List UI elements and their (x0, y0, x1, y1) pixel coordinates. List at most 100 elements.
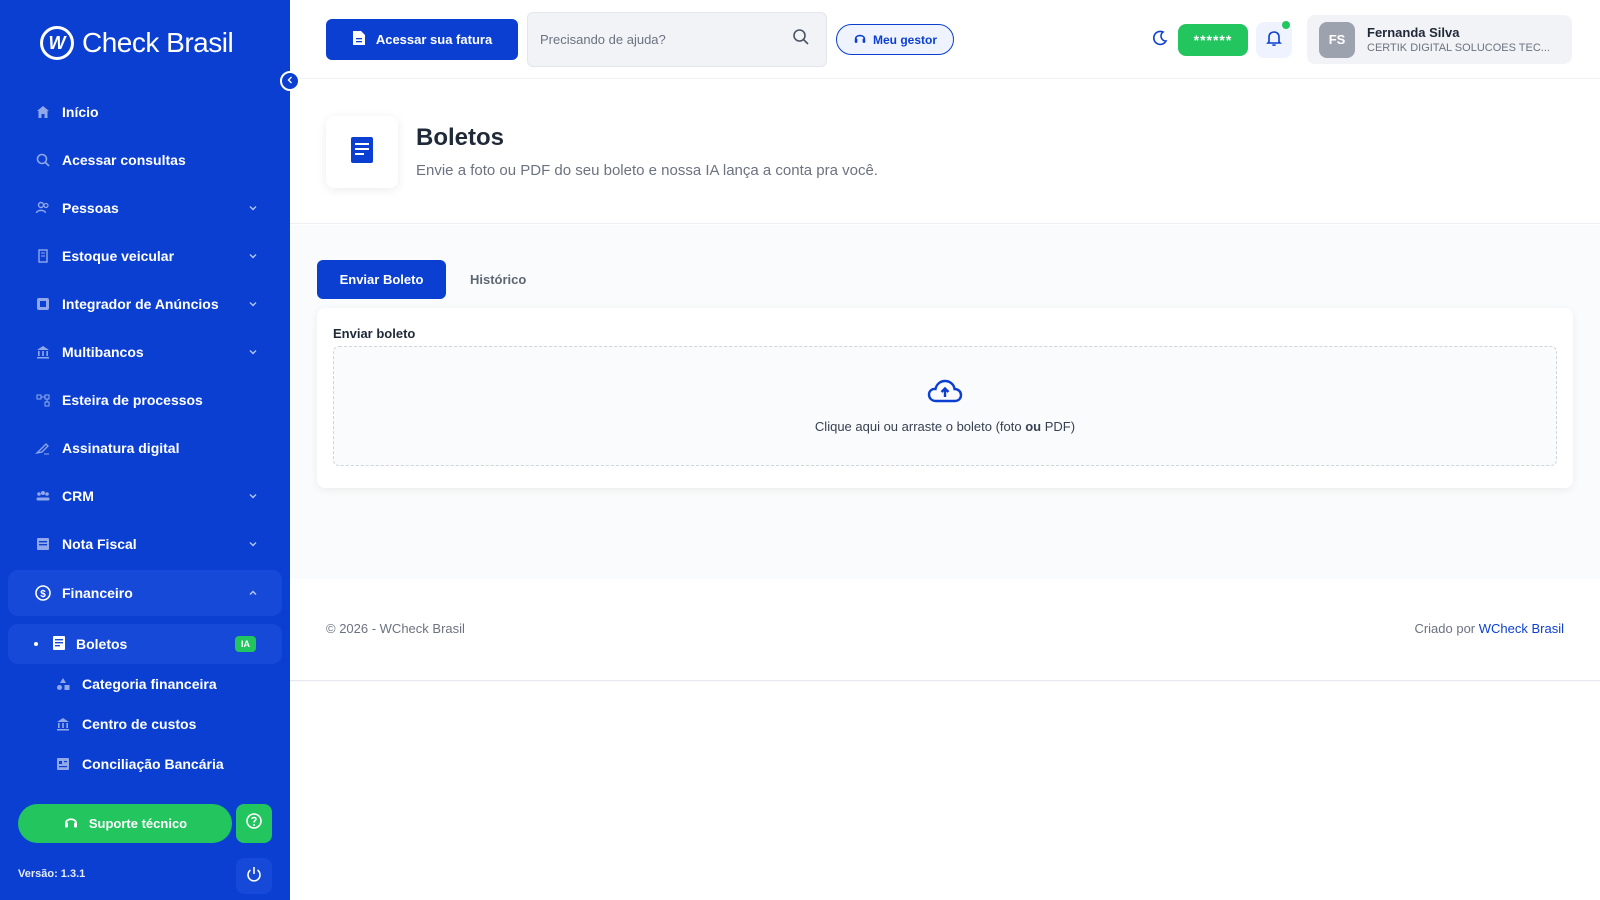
user-info: Fernanda Silva CERTIK DIGITAL SOLUCOES T… (1367, 25, 1550, 54)
bell-icon (1265, 29, 1283, 52)
headset-icon (853, 31, 867, 48)
access-invoice-button[interactable]: Acessar sua fatura (326, 19, 518, 60)
help-button[interactable] (236, 804, 272, 843)
upload-text-bold: ou (1025, 419, 1042, 434)
sidebar-item-label: CRM (62, 488, 94, 504)
sidebar-nav: Início Acessar consultas Pessoas Estoque… (8, 88, 282, 784)
receipt-icon (349, 135, 375, 170)
app-version: Versão: 1.3.1 (18, 868, 86, 880)
tabs: Enviar Boleto Histórico (317, 260, 526, 299)
page-subtitle: Envie a foto ou PDF do seu boleto e noss… (416, 162, 878, 179)
sidebar-subitem-label: Categoria financeira (82, 676, 217, 692)
home-icon (34, 103, 52, 121)
dark-mode-toggle[interactable] (1148, 28, 1172, 52)
moon-icon (1151, 29, 1169, 52)
page-bottom-area (290, 682, 1600, 900)
financeiro-submenu: Boletos IA Categoria financeira Centro d… (8, 624, 282, 784)
my-manager-button[interactable]: Meu gestor (836, 24, 954, 55)
chevron-down-icon (249, 206, 257, 211)
sidebar-collapse-button[interactable] (280, 71, 300, 91)
sidebar-item-label: Estoque veicular (62, 248, 175, 264)
sidebar-item-estoque-veicular[interactable]: Estoque veicular (8, 232, 282, 280)
sidebar-item-label: Pessoas (62, 200, 119, 216)
chevron-left-icon (286, 75, 294, 87)
notification-dot (1282, 21, 1290, 29)
sidebar-item-integrador-anuncios[interactable]: Integrador de Anúncios (8, 280, 282, 328)
document-icon (352, 30, 366, 49)
chevron-down-icon (249, 254, 257, 259)
upload-text-start: Clique aqui ou arraste o boleto (foto (814, 419, 1026, 434)
page-icon-box (326, 116, 398, 188)
sidebar-subitem-centro-custos[interactable]: Centro de custos (8, 704, 282, 744)
tab-historico[interactable]: Histórico (470, 272, 526, 287)
headset-icon (63, 814, 79, 833)
svg-text:$: $ (40, 589, 46, 600)
chevron-down-icon (249, 350, 257, 355)
support-label: Suporte técnico (88, 816, 188, 831)
user-company: CERTIK DIGITAL SOLUCOES TEC... (1367, 42, 1550, 54)
active-dot (34, 642, 38, 646)
sidebar-item-acessar-consultas[interactable]: Acessar consultas (8, 136, 282, 184)
category-icon (54, 675, 72, 693)
password-button[interactable]: ****** (1178, 24, 1248, 56)
sidebar-item-label: Integrador de Anúncios (62, 296, 219, 312)
invoice-icon (34, 535, 52, 553)
sidebar-item-assinatura-digital[interactable]: Assinatura digital (8, 424, 282, 472)
search-icon (34, 151, 52, 169)
sidebar-item-financeiro[interactable]: $ Financeiro (8, 570, 282, 616)
finance-icon: $ (34, 584, 52, 602)
page-title: Boletos (416, 124, 505, 151)
search-icon[interactable] (792, 28, 810, 51)
process-icon (34, 391, 52, 409)
help-search-input[interactable] (540, 32, 792, 47)
ad-icon (34, 295, 52, 313)
upload-dropzone[interactable]: Clique aqui ou arraste o boleto (foto ou… (333, 346, 1557, 466)
sidebar-item-inicio[interactable]: Início (8, 88, 282, 136)
sidebar-item-label: Início (62, 104, 99, 120)
sidebar-subitem-label: Conciliação Bancária (82, 756, 224, 772)
receipt-icon (52, 635, 66, 654)
people-icon (34, 199, 52, 217)
app-logo[interactable]: W Check Brasil (40, 26, 234, 60)
upload-label: Enviar boleto (333, 326, 416, 341)
main-content: Enviar Boleto Histórico Enviar boleto Cl… (290, 225, 1600, 900)
sidebar-subitem-conciliacao-bancaria[interactable]: Conciliação Bancária (8, 744, 282, 784)
created-by-link[interactable]: WCheck Brasil (1479, 621, 1564, 636)
sidebar-subitem-label: Boletos (76, 636, 128, 652)
sidebar-item-pessoas[interactable]: Pessoas (8, 184, 282, 232)
footer: © 2026 - WCheck Brasil Criado por WCheck… (290, 579, 1600, 681)
logout-button[interactable] (236, 858, 272, 894)
sidebar-item-esteira-processos[interactable]: Esteira de processos (8, 376, 282, 424)
sidebar-item-crm[interactable]: CRM (8, 472, 282, 520)
help-search (527, 12, 827, 67)
copyright: © 2026 - WCheck Brasil (326, 621, 465, 636)
notifications-button[interactable] (1256, 21, 1292, 58)
support-button[interactable]: Suporte técnico (18, 804, 232, 843)
upload-text-end: PDF) (1041, 419, 1076, 434)
sidebar-item-label: Financeiro (62, 585, 133, 601)
upload-card: Enviar boleto Clique aqui ou arraste o b… (317, 308, 1573, 488)
created-by: Criado por WCheck Brasil (1414, 621, 1564, 636)
sidebar-item-label: Acessar consultas (62, 152, 186, 168)
crm-icon (34, 487, 52, 505)
sidebar-item-label: Multibancos (62, 344, 144, 360)
sidebar-item-label: Nota Fiscal (62, 536, 137, 552)
sidebar-item-multibancos[interactable]: Multibancos (8, 328, 282, 376)
building-icon (34, 247, 52, 265)
chevron-down-icon (249, 494, 257, 499)
my-manager-label: Meu gestor (872, 32, 937, 47)
logo-mark-icon: W (40, 26, 74, 60)
sidebar-subitem-categoria-financeira[interactable]: Categoria financeira (8, 664, 282, 704)
user-menu[interactable]: FS Fernanda Silva CERTIK DIGITAL SOLUCOE… (1307, 15, 1572, 64)
brand-name: Check Brasil (82, 27, 234, 58)
bank-icon (34, 343, 52, 361)
sidebar-item-label: Assinatura digital (62, 440, 180, 456)
sidebar: W Check Brasil Início Acessar consultas … (0, 0, 290, 900)
upload-instructions: Clique aqui ou arraste o boleto (foto ou… (815, 419, 1075, 434)
sidebar-subitem-boletos[interactable]: Boletos IA (8, 624, 282, 664)
page-header: Boletos Envie a foto ou PDF do seu bolet… (290, 80, 1600, 224)
sidebar-item-nota-fiscal[interactable]: Nota Fiscal (8, 520, 282, 568)
topbar: Acessar sua fatura Meu gestor ****** FS … (290, 0, 1600, 79)
chevron-up-icon (249, 590, 257, 595)
tab-enviar-boleto[interactable]: Enviar Boleto (317, 260, 446, 299)
